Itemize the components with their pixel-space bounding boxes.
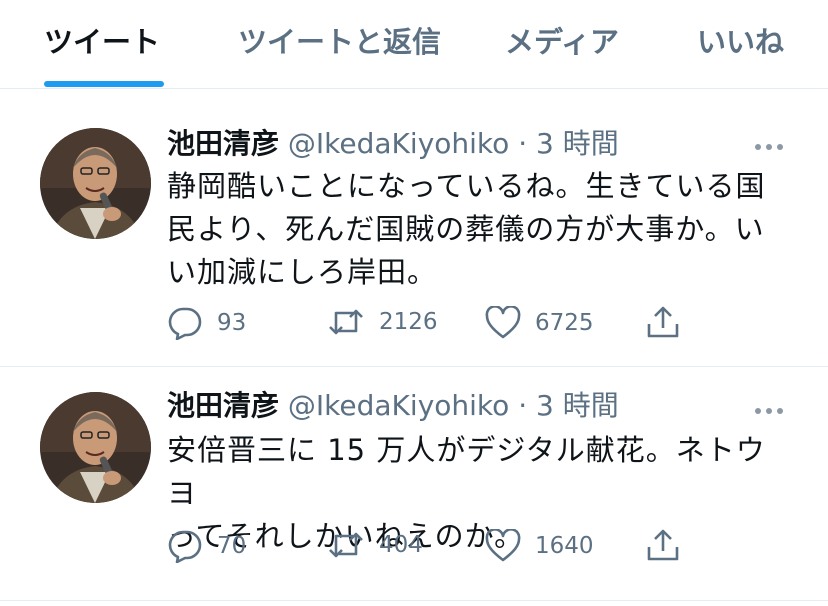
username[interactable]: @IkedaKiyohiko [288,127,509,160]
display-name[interactable]: 池田清彦 [167,127,279,160]
separator-dot: · [518,127,528,160]
tab-tweets-and-replies[interactable]: ツイートと返信 [238,22,441,62]
retweet-count: 2126 [379,309,438,335]
reply-icon [167,306,203,340]
active-tab-indicator [44,81,164,87]
tweet[interactable]: 池田清彦 @IkedaKiyohiko · 3 時間 安倍晋三に 15 万人がデ… [0,367,828,601]
tab-likes[interactable]: いいね [697,22,784,62]
reply-button[interactable]: 70 [167,529,246,563]
like-count: 1640 [535,533,594,559]
more-icon[interactable] [754,137,784,150]
retweet-button[interactable]: 2126 [327,306,438,338]
username[interactable]: @IkedaKiyohiko [288,389,509,422]
separator-dot: · [518,389,528,422]
reply-count: 70 [217,533,247,559]
retweet-icon [327,306,365,338]
profile-tabs: ツイート ツイートと返信 メディア いいね [0,0,828,89]
retweet-icon [327,529,365,561]
share-button[interactable] [646,527,680,563]
reply-count: 93 [217,310,247,336]
retweet-button[interactable]: 404 [327,529,423,561]
like-button[interactable]: 1640 [485,529,594,563]
tweet-header: 池田清彦 @IkedaKiyohiko · 3 時間 [167,127,619,161]
like-icon [485,306,521,340]
share-icon [646,304,680,340]
share-icon [646,527,680,563]
timestamp[interactable]: 3 時間 [536,127,619,160]
avatar[interactable] [40,128,151,239]
tweet-text: 安倍晋三に 15 万人がデジタル献花。ネトウヨ ってそれしかいねえのか。 [167,433,766,553]
retweet-count: 404 [379,532,423,558]
like-icon [485,529,521,563]
share-button[interactable] [646,304,680,340]
tweet-text: 静岡酷いことになっているね。生きている国 民より、死んだ国賊の葬儀の方が大事か。… [167,169,766,289]
like-count: 6725 [535,310,594,336]
tab-tweets[interactable]: ツイート [44,22,160,62]
reply-button[interactable]: 93 [167,306,246,340]
reply-icon [167,529,203,563]
tweet[interactable]: 池田清彦 @IkedaKiyohiko · 3 時間 静岡酷いことになっているね… [0,89,828,367]
avatar[interactable] [40,392,151,503]
timestamp[interactable]: 3 時間 [536,389,619,422]
more-icon[interactable] [754,401,784,414]
tab-media[interactable]: メディア [505,22,619,62]
tweet-header: 池田清彦 @IkedaKiyohiko · 3 時間 [167,389,619,423]
like-button[interactable]: 6725 [485,306,594,340]
display-name[interactable]: 池田清彦 [167,389,279,422]
